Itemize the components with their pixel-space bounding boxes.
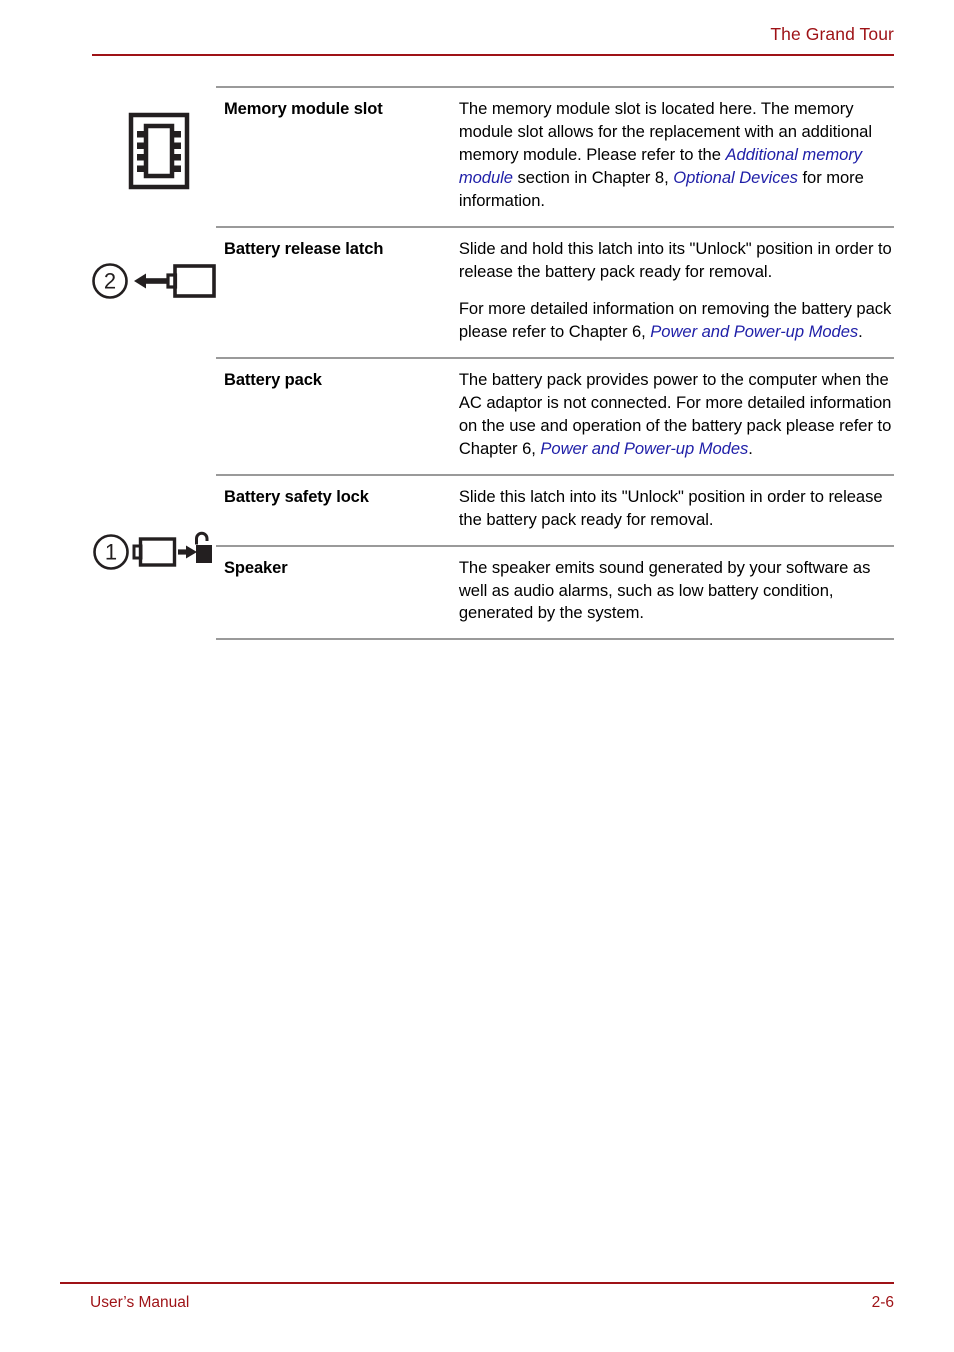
description-paragraph: Slide this latch into its "Unlock" posit… [459,486,894,532]
table-row: Battery release latch Slide and hold thi… [216,225,894,358]
battery-release-latch-icon: 2 [90,256,218,306]
cross-reference: Power and Power-up Modes [540,438,749,458]
description-cell: Slide and hold this latch into its "Unlo… [458,225,894,358]
text-run: . [748,438,753,458]
memory-module-chip-icon [128,112,198,190]
table-row: Memory module slot The memory module slo… [216,86,894,227]
text-run: Slide and hold this latch into its "Unlo… [458,238,892,281]
description-paragraph: Slide and hold this latch into its "Unlo… [459,238,894,284]
table-row: Speaker The speaker emits sound generate… [216,544,894,641]
description-cell: The speaker emits sound generated by you… [458,544,894,641]
term-cell: Speaker [216,544,459,641]
cross-reference: Optional Devices [673,167,798,187]
table-row: Battery safety lock Slide this latch int… [216,473,894,546]
term-cell: Battery pack [216,356,459,475]
term-cell: Battery safety lock [216,473,459,546]
footer-rule [60,1282,894,1284]
callout-number-2: 2 [104,269,116,294]
text-run: section in Chapter 8, [512,167,674,187]
header-chapter-title: The Grand Tour [770,24,894,44]
component-description-table: Memory module slot The memory module slo… [216,86,894,641]
description-cell: Slide this latch into its "Unlock" posit… [458,473,894,546]
battery-safety-lock-icon: 1 [92,528,218,576]
term-label: Battery safety lock [224,487,369,506]
header-rule [92,54,894,56]
page-footer: User’s Manual 2-6 [60,1282,894,1322]
term-label: Memory module slot [224,100,383,118]
text-run: The speaker emits sound generated by you… [458,557,871,623]
description-paragraph: The battery pack provides power to the c… [459,369,894,461]
description-cell: The battery pack provides power to the c… [458,356,894,475]
callout-number-1: 1 [105,540,117,565]
term-cell: Memory module slot [216,86,459,227]
table-body: Memory module slot The memory module slo… [216,86,894,641]
description-paragraph: The speaker emits sound generated by you… [459,557,894,626]
footer-page-number: 2-6 [871,1294,894,1311]
cross-reference: Power and Power-up Modes [650,321,859,341]
page-header: The Grand Tour [60,24,894,58]
description-paragraph: For more detailed information on removin… [459,298,894,344]
term-label: Battery release latch [224,239,384,258]
description-paragraph: The memory module slot is located here. … [459,98,894,213]
term-label: Battery pack [224,370,322,389]
manual-page: The Grand Tour 2 1 Memory module slot Th… [0,0,954,1352]
description-cell: The memory module slot is located here. … [458,86,894,227]
text-run: Slide this latch into its "Unlock" posit… [458,486,883,529]
text-run: . [858,321,863,341]
term-cell: Battery release latch [216,225,459,358]
footer-document-title: User’s Manual [90,1294,190,1311]
table-row: Battery pack The battery pack provides p… [216,356,894,475]
term-label: Speaker [224,558,288,577]
